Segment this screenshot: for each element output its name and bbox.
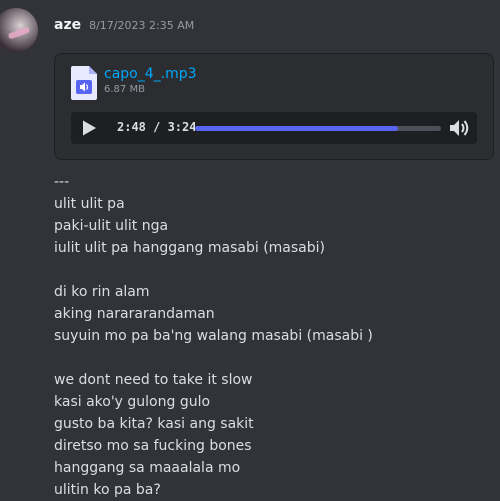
message-line: paki-ulit ulit nga (54, 218, 169, 234)
timestamp[interactable]: 8/17/2023 2:35 AM (89, 19, 194, 32)
playback-time: 2:48 / 3:24 (117, 120, 197, 134)
file-name-link[interactable]: capo_4_.mp3 (104, 66, 197, 82)
username[interactable]: aze (54, 17, 81, 33)
avatar-image (7, 26, 31, 40)
progress-bar[interactable] (195, 126, 441, 131)
audio-file-icon (71, 66, 97, 100)
message-line: kasi ako'y gulong gulo (54, 394, 211, 410)
message-line: ulit ulit pa (54, 196, 125, 212)
message-content: --- ulit ulit pa paki-ulit ulit nga iulit u… (54, 171, 494, 501)
message-line (54, 259, 494, 281)
audio-player: 2:48 / 3:24 (71, 112, 477, 144)
message-line (54, 347, 494, 369)
message-line: hanggang sa maaalala mo (54, 460, 241, 476)
message-line: suyuin mo pa ba'ng walang masabi (masabi… (54, 328, 373, 344)
message-header: aze 8/17/2023 2:35 AM (54, 17, 194, 37)
message-line: ulitin ko pa ba? (54, 482, 161, 498)
play-icon[interactable] (81, 120, 97, 136)
message-line: diretso mo sa fucking bones (54, 438, 252, 454)
volume-icon[interactable] (449, 118, 471, 138)
progress-fill (195, 126, 398, 131)
message-line: di ko rin alam (54, 284, 150, 300)
message-line: aking narararandaman (54, 306, 215, 322)
message-line: gusto ba kita? kasi ang sakit (54, 416, 254, 432)
file-size: 6.87 MB (104, 84, 145, 95)
avatar[interactable] (0, 8, 38, 52)
message-line: --- (54, 174, 70, 190)
message-line: we dont need to take it slow (54, 372, 253, 388)
audio-attachment: capo_4_.mp3 6.87 MB 2:48 / 3:24 (54, 53, 494, 160)
message-line: iulit ulit pa hanggang masabi (masabi) (54, 240, 325, 256)
